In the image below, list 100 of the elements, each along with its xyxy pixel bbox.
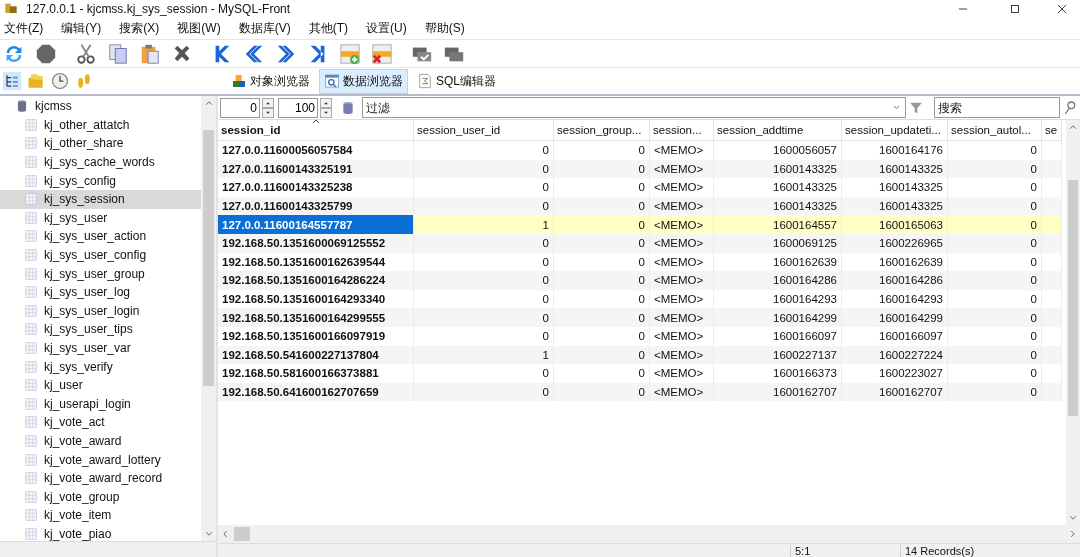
tree-item[interactable]: kj_sys_user_var (0, 338, 201, 358)
table-cell: 0 (414, 141, 554, 160)
tree-item[interactable]: kj_other_share (0, 134, 201, 153)
table-cell: 1600166097 (714, 326, 842, 346)
tree-item[interactable]: kj_userapi_login (0, 394, 201, 414)
table-cell: 0 (414, 382, 554, 402)
tree-item[interactable]: kj_sys_user_group (0, 264, 201, 283)
view-tab[interactable]: 数据浏览器 (319, 68, 408, 94)
tree-item[interactable]: kj_sys_verify (0, 357, 201, 376)
table-cell: 0 (414, 326, 554, 346)
table-cell: <MEMO> (650, 382, 714, 402)
menu-item[interactable]: 其他(T) (306, 20, 354, 37)
delete-row-icon[interactable] (371, 42, 393, 65)
table-cell: 0 (414, 271, 554, 290)
tree-item[interactable]: kj_vote_piao (0, 524, 201, 541)
table-icon (24, 322, 38, 337)
close-icon (1055, 2, 1069, 16)
cubes-icon (231, 73, 247, 89)
menu-item[interactable]: 设置(U) (364, 20, 413, 37)
tree-item[interactable]: kj_sys_cache_words (0, 152, 201, 172)
menu-item[interactable]: 搜索(X) (117, 20, 166, 37)
table-cell: 127.0.0.11600164557787 (218, 215, 414, 234)
number-field[interactable]: 100 (278, 97, 318, 118)
tree-item[interactable]: kj_sys_config (0, 171, 201, 190)
table-icon (24, 136, 38, 151)
status-position: 5:1 (790, 544, 900, 557)
table-cell: 0 (948, 271, 1042, 290)
database-icon (15, 99, 29, 114)
paste-icon[interactable] (139, 42, 161, 65)
table-cell (1042, 215, 1062, 234)
menu-item[interactable]: 视图(W) (175, 20, 227, 37)
scroll-thumb[interactable] (203, 130, 214, 386)
scrollbar[interactable] (1066, 120, 1080, 525)
tree-item[interactable]: kj_sys_session (0, 189, 201, 209)
table-cell: 1600166373 (714, 364, 842, 383)
scrollbar[interactable] (201, 96, 216, 541)
scrollbar[interactable] (218, 525, 1080, 543)
stop-icon[interactable] (35, 42, 57, 65)
column-header[interactable]: session... (650, 120, 714, 141)
table-cell: <MEMO> (650, 271, 714, 290)
add-row-icon[interactable] (339, 42, 361, 65)
scroll-thumb[interactable] (234, 527, 250, 541)
table-cell: 0 (554, 308, 650, 327)
column-header[interactable]: session_updateti... (842, 120, 948, 141)
column-header[interactable]: se (1042, 120, 1062, 141)
table-cell: <MEMO> (650, 215, 714, 234)
view-tab[interactable]: 对象浏览器 (226, 68, 315, 94)
scissors-icon[interactable] (75, 42, 97, 65)
view-tab[interactable]: SQL编辑器 (412, 68, 501, 94)
table-cell: 1600143325 (842, 196, 948, 216)
tree-item[interactable]: kj_vote_award_lottery (0, 450, 201, 469)
table-cell: 192.168.50.541600227137804 (218, 345, 414, 365)
search-field[interactable]: 搜索 (934, 97, 1060, 118)
table-cell: <MEMO> (650, 141, 714, 160)
number-field[interactable]: 0 (220, 97, 260, 118)
tree-item[interactable]: kj_vote_award_record (0, 468, 201, 488)
tree-item[interactable]: kj_sys_user_log (0, 282, 201, 302)
clock-icon[interactable] (50, 71, 70, 91)
tree-item[interactable]: kj_sys_user_action (0, 227, 201, 246)
table-icon (24, 359, 38, 374)
tree-item[interactable]: kj_vote_act (0, 413, 201, 432)
table-icon (24, 471, 38, 486)
tree-item[interactable]: kj_sys_user (0, 208, 201, 228)
tree-item[interactable]: kj_sys_user_tips (0, 320, 201, 339)
tree-view-icon[interactable] (2, 71, 22, 91)
copy-icon[interactable] (107, 42, 129, 65)
table-cell: 0 (948, 382, 1042, 402)
column-header[interactable]: session_addtime (714, 120, 842, 141)
tree-item[interactable]: kj_sys_user_config (0, 245, 201, 265)
tree-item[interactable]: kj_vote_item (0, 506, 201, 525)
table-cell: 0 (948, 326, 1042, 346)
tree-item[interactable]: kj_vote_award (0, 431, 201, 451)
tree-item[interactable]: kj_other_attatch (0, 115, 201, 135)
column-header[interactable]: session_autol... (948, 120, 1042, 141)
table-cell: 192.168.50.641600162707659 (218, 382, 414, 402)
table-cell: 1600223027 (842, 364, 948, 383)
table-icon (24, 415, 38, 430)
tree-item[interactable]: kj_sys_user_login (0, 301, 201, 321)
menu-item[interactable]: 编辑(Y) (59, 20, 108, 37)
table-cell: 0 (414, 178, 554, 197)
column-header[interactable]: session_group... (554, 120, 650, 141)
table-cell: <MEMO> (650, 308, 714, 327)
column-header[interactable]: session_id (218, 120, 414, 141)
table-cell: 0 (414, 364, 554, 383)
column-header[interactable]: session_user_id (414, 120, 554, 141)
table-cell: 0 (414, 159, 554, 179)
table-cell: <MEMO> (650, 345, 714, 365)
table-cell: 127.0.0.11600143325191 (218, 159, 414, 179)
menu-item[interactable]: 帮助(S) (422, 20, 471, 37)
scroll-thumb[interactable] (1068, 180, 1078, 416)
tree-item[interactable]: kj_vote_group (0, 487, 201, 507)
tree-item[interactable]: kj_user (0, 375, 201, 395)
table-cell: 1600143325 (842, 159, 948, 179)
table-cell: 192.168.50.581600166373881 (218, 364, 414, 383)
query-icon[interactable] (340, 99, 356, 116)
table-cell: 0 (554, 271, 650, 290)
menu-item[interactable]: 数据库(V) (236, 20, 297, 37)
search-icon[interactable] (1062, 99, 1078, 116)
menu-item[interactable]: 文件(Z) (2, 20, 50, 37)
tree-item[interactable]: kjcmss (0, 97, 201, 116)
